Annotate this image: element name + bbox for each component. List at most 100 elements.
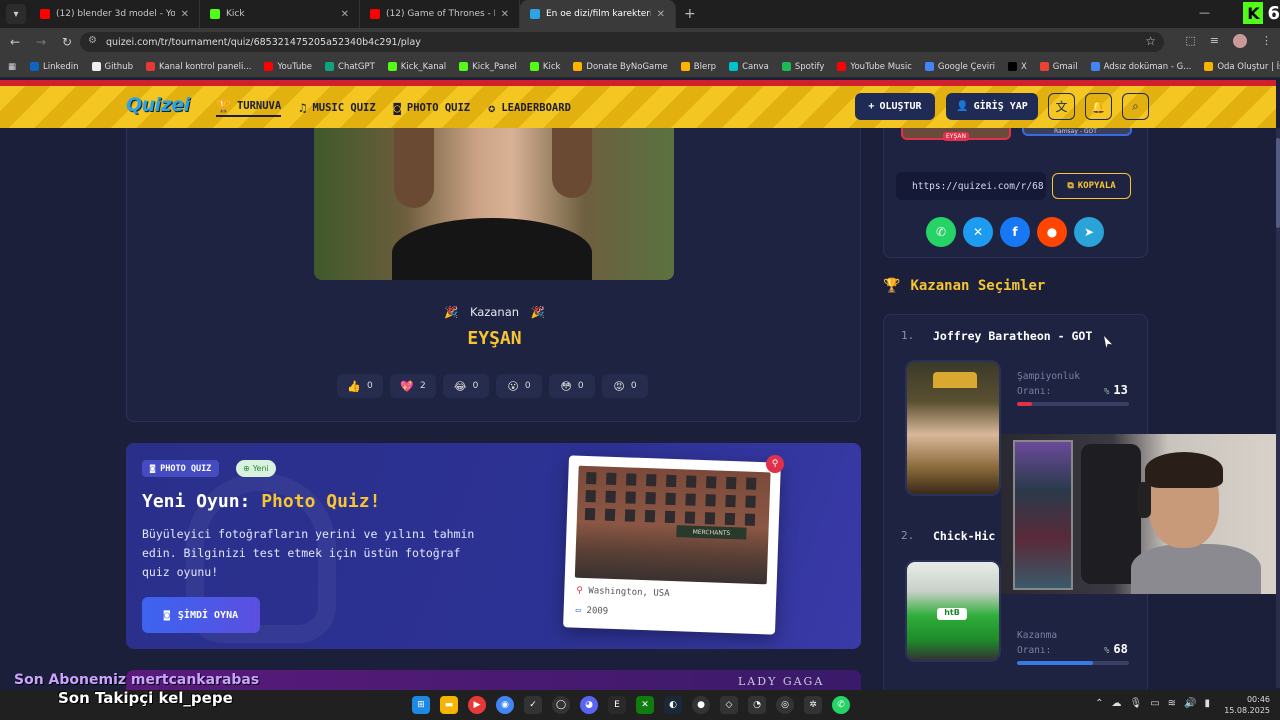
minimize-icon[interactable]: — <box>1199 6 1210 19</box>
chrome-icon[interactable]: ◉ <box>496 696 514 714</box>
quizei-logo[interactable]: Quizei <box>126 94 190 116</box>
reaction-button[interactable]: 😡 0 <box>602 374 648 398</box>
taskbar-clock[interactable]: 00:46 15.08.2025 <box>1224 694 1270 716</box>
reaction-button[interactable]: 😳 0 <box>549 374 595 398</box>
volume-icon[interactable]: 🔊 <box>1184 698 1196 709</box>
telegram-icon[interactable]: ➤ <box>1074 217 1104 247</box>
media-player-icon[interactable]: ▶ <box>468 696 486 714</box>
banner-text: LADY GAGA <box>738 675 825 688</box>
x-icon[interactable]: ✕ <box>963 217 993 247</box>
tab-search-icon[interactable]: ▾ <box>6 4 26 24</box>
bookmark-item[interactable]: Kick <box>529 62 560 72</box>
bookmark-item[interactable]: Linkedin <box>30 62 79 72</box>
bookmark-item[interactable]: Oda Oluştur | İsim Ş... <box>1204 62 1280 72</box>
share-url-field[interactable]: https://quizei.com/r/68 <box>896 172 1046 200</box>
more-menu-icon[interactable]: ⋮ <box>1261 34 1272 48</box>
bookmark-item[interactable]: Kanal kontrol paneli... <box>145 62 251 72</box>
file-explorer-icon[interactable]: ▬ <box>440 696 458 714</box>
epic-games-icon[interactable]: E <box>608 696 626 714</box>
app-icon[interactable]: ◎ <box>776 696 794 714</box>
create-button[interactable]: + OLUŞTUR <box>855 93 935 120</box>
nav-photo-quiz[interactable]: ◙ PHOTO QUIZ <box>394 99 470 117</box>
github-icon[interactable]: ● <box>692 696 710 714</box>
language-icon[interactable]: 文 <box>1048 93 1075 120</box>
close-icon[interactable]: ✕ <box>501 9 509 20</box>
wifi-icon[interactable]: ≋ <box>1168 698 1176 709</box>
bookmark-star-icon[interactable]: ☆ <box>1145 34 1156 48</box>
bookmark-item[interactable]: ChatGPT <box>325 62 375 72</box>
pick-name: Chick-Hic <box>933 529 996 543</box>
copy-button[interactable]: ⧉ KOPYALA <box>1052 173 1131 199</box>
app-icon[interactable]: ✓ <box>524 696 542 714</box>
cloud-icon[interactable]: ☁ <box>1111 698 1121 709</box>
bookmark-item[interactable]: Adsız doküman - G... <box>1090 62 1191 72</box>
extensions-icon[interactable]: ⬚ <box>1185 34 1195 48</box>
media-icon[interactable]: ≡ <box>1210 34 1219 48</box>
reaction-button[interactable]: 😂 0 <box>443 374 489 398</box>
tab-youtube-got[interactable]: (12) Game of Thrones - Ramsay ✕ <box>360 0 520 28</box>
url-input[interactable]: ⚙ quizei.com/tr/tournament/quiz/68532147… <box>80 32 1164 52</box>
reddit-icon[interactable]: ● <box>1037 217 1067 247</box>
bookmark-item[interactable]: Github <box>91 62 133 72</box>
close-icon[interactable]: ✕ <box>657 9 665 20</box>
microphone-icon[interactable]: 🎙 <box>1129 698 1142 709</box>
chevron-up-icon[interactable]: ⌃ <box>1095 698 1103 709</box>
tab-quizei[interactable]: En oe dizi/film karekteri - Quizei ✕ <box>520 0 676 28</box>
win-rate-bar <box>1017 661 1129 665</box>
pick-image[interactable]: htB <box>905 560 1001 662</box>
obs-icon[interactable]: ◯ <box>552 696 570 714</box>
nav-leaderboard[interactable]: ✪ LEADERBOARD <box>488 99 571 117</box>
forward-icon[interactable]: → <box>30 35 52 49</box>
bookmark-favicon-icon <box>924 62 934 71</box>
settings-icon[interactable]: ✲ <box>804 696 822 714</box>
sample-photo-card: MERCHANTS ⚲ Washington, USA ▭ 2009 <box>563 455 781 635</box>
bookmark-item[interactable]: YouTube Music <box>837 62 912 72</box>
site-info-icon[interactable]: ⚙ <box>88 35 97 46</box>
bookmark-item[interactable]: Google Çeviri <box>924 62 995 72</box>
bookmark-item[interactable]: Gmail <box>1039 62 1078 72</box>
bookmark-item[interactable]: Canva <box>729 62 769 72</box>
bookmark-item[interactable]: Kick_Kanal <box>387 62 446 72</box>
monitor-icon[interactable]: ▭ <box>1150 698 1159 709</box>
search-icon[interactable]: ⌕ <box>1122 93 1149 120</box>
reaction-button[interactable]: 👍 0 <box>337 374 383 398</box>
app-icon[interactable]: ◔ <box>748 696 766 714</box>
close-icon[interactable]: ✕ <box>341 9 349 20</box>
back-icon[interactable]: ← <box>4 35 26 49</box>
play-now-button[interactable]: ◙ ŞİMDİ OYNA <box>142 597 260 633</box>
bookmark-item[interactable]: X <box>1007 62 1027 72</box>
profile-avatar[interactable] <box>1233 34 1247 48</box>
xbox-icon[interactable]: ✕ <box>636 696 654 714</box>
login-button[interactable]: 👤 GİRİŞ YAP <box>946 93 1038 120</box>
reload-icon[interactable]: ↻ <box>56 35 78 49</box>
bookmark-item[interactable]: Kick_Panel <box>459 62 517 72</box>
reaction-button[interactable]: 💖 2 <box>390 374 436 398</box>
unity-icon[interactable]: ◇ <box>720 696 738 714</box>
bookmark-item[interactable]: Blerp <box>680 62 716 72</box>
battery-icon[interactable]: ▮ <box>1204 698 1210 709</box>
close-icon[interactable]: ✕ <box>181 9 189 20</box>
steam-icon[interactable]: ◐ <box>664 696 682 714</box>
whatsapp-icon[interactable]: ✆ <box>926 217 956 247</box>
tab-kick[interactable]: Kick ✕ <box>200 0 360 28</box>
facebook-icon[interactable]: f <box>1000 217 1030 247</box>
whatsapp-icon[interactable]: ✆ <box>832 696 850 714</box>
bell-icon[interactable]: 🔔 <box>1085 93 1112 120</box>
bookmark-item[interactable]: YouTube <box>264 62 312 72</box>
bookmark-favicon-icon <box>837 62 847 71</box>
nav-turnuva[interactable]: 🏆 TURNUVA <box>216 99 282 117</box>
bookmark-item[interactable]: Donate ByNoGame <box>573 62 668 72</box>
page-scrollbar[interactable] <box>1276 128 1280 688</box>
champion-rate-bar <box>1017 402 1129 406</box>
windows-start-icon[interactable]: ⊞ <box>412 696 430 714</box>
bookmark-item[interactable]: Spotify <box>781 62 824 72</box>
finalist-thumb-b: Ramsay - GOT <box>1022 128 1132 136</box>
scrollbar-thumb[interactable] <box>1276 138 1280 228</box>
discord-icon[interactable]: ◕ <box>580 696 598 714</box>
new-tab-icon[interactable]: + <box>684 6 696 22</box>
reaction-button[interactable]: 😮 0 <box>496 374 542 398</box>
apps-icon[interactable]: ▦ <box>8 62 16 72</box>
nav-music-quiz[interactable]: ♫ MUSIC QUIZ <box>299 99 375 117</box>
tab-youtube-blender[interactable]: (12) blender 3d model - YouTube ✕ <box>30 0 200 28</box>
pick-image[interactable] <box>905 360 1001 496</box>
